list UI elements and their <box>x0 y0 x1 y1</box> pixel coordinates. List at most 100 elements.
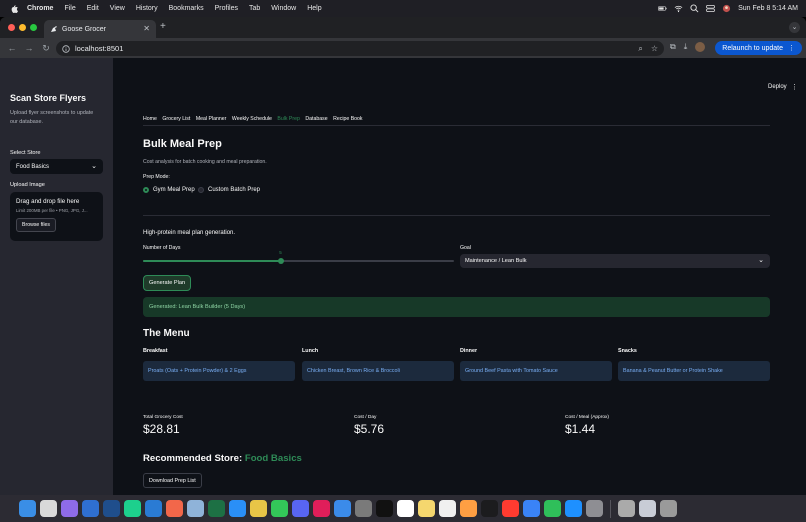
metric-total-grocery-cost: Total Grocery Cost $28.81 <box>143 415 183 436</box>
radio-gym-meal-prep[interactable]: Gym Meal Prep <box>143 187 195 193</box>
chrome-icon[interactable] <box>250 500 267 517</box>
control-center-icon[interactable] <box>706 4 715 13</box>
discord-icon[interactable] <box>292 500 309 517</box>
recommended-prefix: Recommended Store: <box>143 453 245 464</box>
spotlight-search-icon[interactable] <box>690 4 699 13</box>
meal-label: Lunch <box>302 348 319 354</box>
menubar-clock[interactable]: Sun Feb 8 5:14 AM <box>738 5 798 12</box>
finder-window-icon[interactable] <box>639 500 656 517</box>
meal-column-breakfast: Breakfast Proats (Oats + Protein Powder)… <box>143 348 295 381</box>
calendar-icon[interactable] <box>397 500 414 517</box>
url-text[interactable]: localhost:8501 <box>75 44 123 53</box>
recommended-store-name: Food Basics <box>244 453 302 464</box>
plan-heading: High-protein meal plan generation. <box>143 230 236 236</box>
xcode-icon[interactable] <box>103 500 120 517</box>
app-store-grid-icon[interactable] <box>82 500 99 517</box>
radio-custom-batch-prep-label: Custom Batch Prep <box>208 187 261 193</box>
meal-card: Proats (Oats + Protein Powder) & 2 Eggs <box>143 361 295 381</box>
trash-icon[interactable] <box>660 500 677 517</box>
metric-value: $1.44 <box>565 422 596 436</box>
menu-tab[interactable]: Tab <box>249 5 260 12</box>
menu-app-name[interactable]: Chrome <box>27 5 53 12</box>
meal-label: Breakfast <box>143 348 168 354</box>
meal-label: Dinner <box>460 348 478 354</box>
recommended-store-heading: Recommended Store: Food Basics <box>143 453 302 464</box>
tab-search-chevron-icon[interactable]: ⌄ <box>789 22 800 33</box>
relaunch-label: Relaunch to update <box>722 44 783 52</box>
radio-custom-batch-prep[interactable]: Custom Batch Prep <box>198 187 260 193</box>
close-window-button[interactable] <box>8 24 15 31</box>
days-slider[interactable]: 5 <box>143 250 454 264</box>
radio-selected-icon <box>143 187 149 193</box>
apple-logo-icon[interactable] <box>9 4 19 14</box>
menu-profiles[interactable]: Profiles <box>215 5 238 12</box>
figma-icon[interactable] <box>166 500 183 517</box>
download-prep-list-button[interactable]: Download Prep List <box>143 473 202 488</box>
safari-compass-icon[interactable] <box>40 500 57 517</box>
forward-arrow-icon[interactable]: → <box>24 43 34 53</box>
browse-files-button[interactable]: Browse files <box>16 218 56 232</box>
finder-icon[interactable] <box>19 500 36 517</box>
radio-unselected-icon <box>198 187 204 193</box>
success-alert: Generated: Lean Bulk Builder (5 Days) <box>143 297 770 317</box>
main-menu-kebab-icon[interactable]: ⋮ <box>791 83 798 91</box>
zoom-lens-icon[interactable]: ⌕ <box>638 44 642 53</box>
preview-icon[interactable] <box>187 500 204 517</box>
menu-edit[interactable]: Edit <box>87 5 99 12</box>
wifi-icon[interactable] <box>674 4 683 13</box>
minimize-window-button[interactable] <box>19 24 26 31</box>
user-account-icon[interactable] <box>722 4 731 13</box>
terminal-icon[interactable] <box>376 500 393 517</box>
battery-icon[interactable] <box>658 4 667 13</box>
news-icon[interactable] <box>502 500 519 517</box>
store-select-value: Food Basics <box>16 163 50 170</box>
bookmark-star-icon[interactable]: ☆ <box>651 44 658 53</box>
system-settings-icon[interactable] <box>586 500 603 517</box>
script-editor-icon[interactable] <box>618 500 635 517</box>
mail-icon[interactable] <box>334 500 351 517</box>
generate-plan-button[interactable]: Generate Plan <box>143 275 192 291</box>
messages-icon[interactable] <box>271 500 288 517</box>
close-tab-icon[interactable]: ✕ <box>143 24 150 33</box>
download-icon[interactable]: ⤓ <box>684 42 688 52</box>
numbers-icon[interactable] <box>544 500 561 517</box>
browser-tab-active[interactable]: Goose Grocer ✕ <box>44 20 156 38</box>
address-bar[interactable]: localhost:8501 ⌕ ☆ <box>56 41 664 56</box>
menu-help[interactable]: Help <box>307 5 321 12</box>
days-slider-thumb[interactable] <box>278 258 285 264</box>
profile-avatar[interactable] <box>695 42 706 52</box>
search-icon[interactable] <box>355 500 372 517</box>
meal-label: Snacks <box>618 348 637 354</box>
keynote-icon[interactable] <box>523 500 540 517</box>
excel-icon[interactable] <box>208 500 225 517</box>
goal-select[interactable]: Maintenance / Lean Bulk ⌄ <box>460 254 770 268</box>
menu-history[interactable]: History <box>136 5 158 12</box>
site-info-icon[interactable] <box>62 44 70 53</box>
new-tab-button[interactable]: + <box>160 21 166 32</box>
vscode-icon[interactable] <box>145 500 162 517</box>
meal-card: Chicken Breast, Brown Rice & Broccoli <box>302 361 454 381</box>
menu-view[interactable]: View <box>110 5 125 12</box>
page-title: Bulk Meal Prep <box>143 138 222 150</box>
slack-icon[interactable] <box>313 500 330 517</box>
file-uploader-dropzone[interactable]: Drag and drop file here Limit 200MB per … <box>10 192 103 241</box>
launchpad-icon[interactable] <box>61 500 78 517</box>
zoom-window-button[interactable] <box>30 24 37 31</box>
app-store-icon[interactable] <box>565 500 582 517</box>
notes-icon[interactable] <box>418 500 435 517</box>
reminders-icon[interactable] <box>439 500 456 517</box>
apple-tv-icon[interactable] <box>481 500 498 517</box>
safari-icon[interactable] <box>229 500 246 517</box>
menu-file[interactable]: File <box>64 5 75 12</box>
back-arrow-icon[interactable]: ← <box>7 43 17 53</box>
relaunch-to-update-button[interactable]: Relaunch to update ⋮ <box>715 41 802 55</box>
pycharm-icon[interactable] <box>124 500 141 517</box>
chevron-down-icon: ⌄ <box>758 257 764 264</box>
store-select[interactable]: Food Basics ⌄ <box>10 159 103 174</box>
goal-select-value: Maintenance / Lean Bulk <box>465 258 527 264</box>
reload-icon[interactable]: ↻ <box>41 43 51 54</box>
menu-bookmarks[interactable]: Bookmarks <box>169 5 204 12</box>
extensions-puzzle-icon[interactable]: ⧉ <box>670 42 676 52</box>
photos-icon[interactable] <box>460 500 477 517</box>
menu-window[interactable]: Window <box>271 5 296 12</box>
